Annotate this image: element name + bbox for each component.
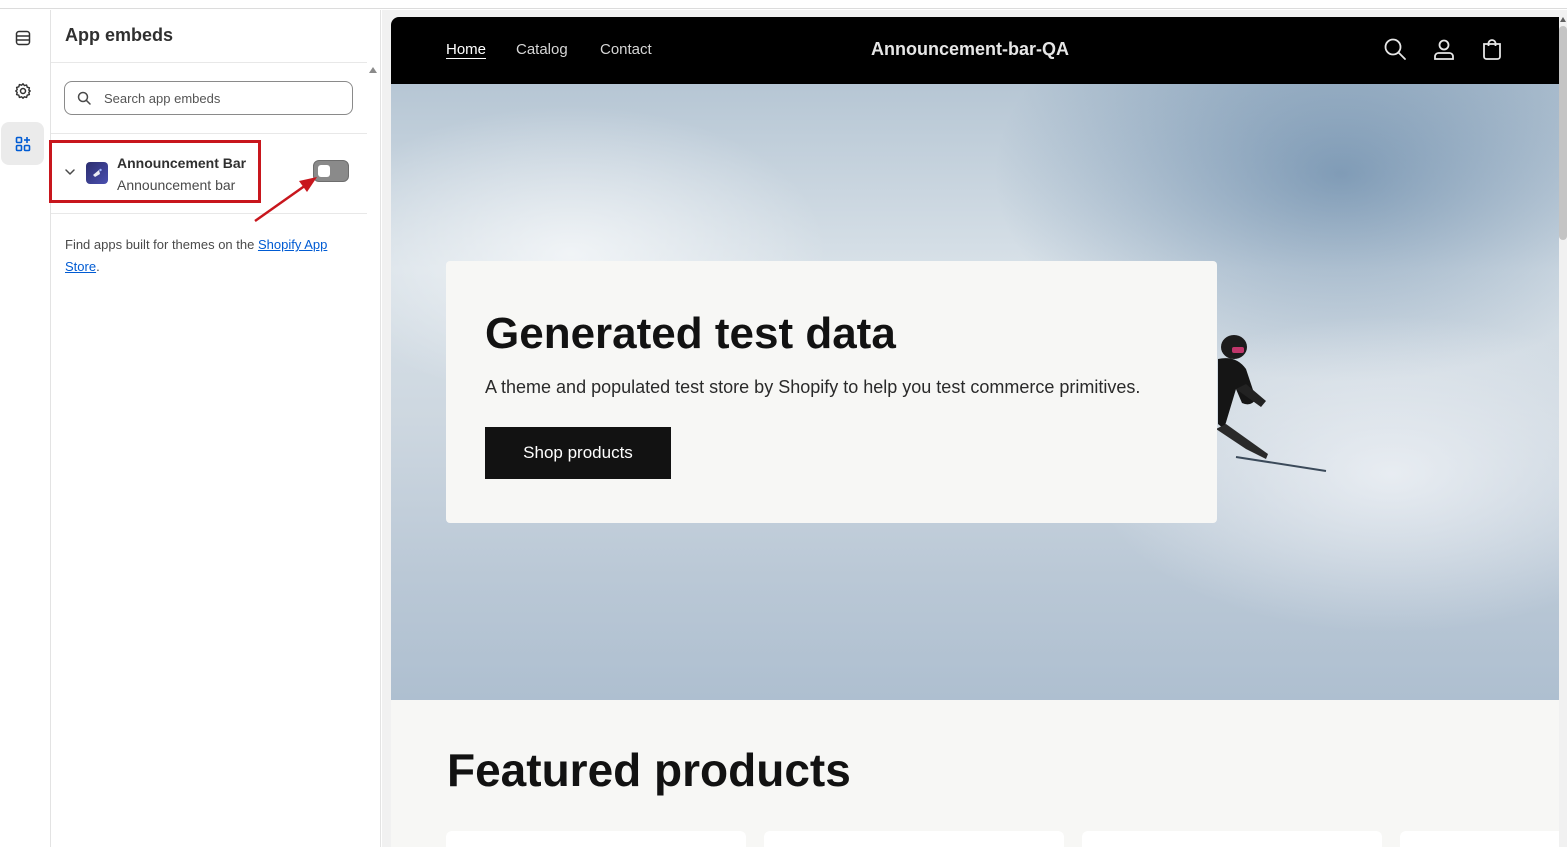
search-icon [77, 91, 91, 105]
store-frame: Home Catalog Contact Announcement-bar-QA… [391, 17, 1559, 847]
hero-card: Generated test data A theme and populate… [446, 261, 1217, 523]
scroll-up-arrow-icon[interactable] [1560, 17, 1566, 22]
search-box[interactable] [64, 81, 353, 115]
preview-scrollbar[interactable] [1559, 26, 1567, 240]
product-card[interactable] [764, 831, 1064, 847]
store-name[interactable]: Announcement-bar-QA [871, 39, 1069, 60]
search-icon[interactable] [1383, 37, 1407, 61]
editor-rail [0, 10, 51, 847]
hint-end: . [96, 259, 100, 274]
scroll-up-arrow-icon[interactable] [369, 67, 377, 73]
shop-products-button[interactable]: Shop products [485, 427, 671, 479]
app-store-hint: Find apps built for themes on the Shopif… [65, 234, 357, 278]
app-embeds-panel: App embeds Announcement Bar Announcement… [49, 10, 381, 847]
annotation-highlight-box [49, 140, 261, 203]
account-icon[interactable] [1432, 37, 1456, 61]
top-border [0, 0, 1567, 9]
product-card[interactable] [446, 831, 746, 847]
search-input[interactable] [104, 90, 344, 106]
settings-icon[interactable] [1, 69, 44, 112]
hero-subtitle: A theme and populated test store by Shop… [485, 377, 1141, 397]
apps-icon[interactable] [1, 122, 44, 165]
product-card[interactable] [1400, 831, 1559, 847]
divider [51, 62, 367, 63]
theme-preview: Home Catalog Contact Announcement-bar-QA… [382, 10, 1567, 847]
product-card[interactable] [1082, 831, 1382, 847]
store-header: Home Catalog Contact Announcement-bar-QA [391, 17, 1559, 84]
annotation-arrow-icon [254, 177, 317, 223]
nav-contact[interactable]: Contact [600, 41, 652, 58]
panel-title: App embeds [65, 25, 174, 45]
sections-icon[interactable] [1, 16, 44, 59]
nav-catalog[interactable]: Catalog [516, 41, 568, 58]
hint-text: Find apps built for themes on the [65, 237, 258, 252]
hero-title: Generated test data [485, 309, 896, 358]
nav-home[interactable]: Home [446, 41, 486, 58]
cart-icon[interactable] [1480, 37, 1504, 61]
skier-image [1216, 335, 1327, 472]
featured-products-heading: Featured products [447, 744, 851, 796]
hero-banner: Generated test data A theme and populate… [391, 84, 1559, 700]
divider [51, 133, 367, 134]
